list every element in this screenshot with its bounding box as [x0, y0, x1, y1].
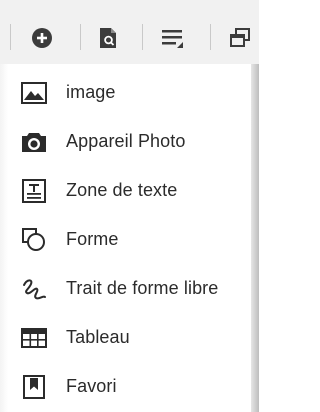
document-icon[interactable] [92, 22, 124, 54]
menu-shadow [251, 64, 259, 412]
add-circle-icon[interactable] [26, 22, 58, 54]
menu-item-label: Appareil Photo [66, 131, 186, 151]
menu-item-camera[interactable]: Appareil Photo [8, 117, 251, 166]
menu-item-table[interactable]: Tableau [8, 313, 251, 362]
toolbar-separator [142, 24, 143, 50]
camera-icon [20, 128, 48, 156]
toolbar-separator [80, 24, 81, 50]
menu-item-shape[interactable]: Forme [8, 215, 251, 264]
image-icon [20, 79, 48, 107]
menu-item-freehand[interactable]: Trait de forme libre [8, 264, 251, 313]
text-box-icon [20, 177, 48, 205]
toolbar-separator [210, 24, 211, 50]
paragraph-align-icon[interactable] [156, 22, 188, 54]
toolbar-separator [10, 24, 11, 50]
menu-item-label: Trait de forme libre [66, 278, 219, 298]
menu-item-text-box[interactable]: Zone de texte [8, 166, 251, 215]
menu-item-label: Forme [66, 229, 119, 249]
menu-item-label: Zone de texte [66, 180, 178, 200]
shapes-icon [20, 226, 48, 254]
toolbar [0, 0, 259, 64]
menu-item-label: Favori [66, 376, 117, 396]
table-icon [20, 324, 48, 352]
menu-item-image[interactable]: image [8, 68, 251, 117]
menu-item-bookmark[interactable]: Favori [8, 362, 251, 411]
bookmark-icon [20, 373, 48, 401]
freehand-icon [20, 275, 48, 303]
menu-item-label: Tableau [66, 327, 130, 347]
menu-shadow [0, 64, 8, 412]
insert-menu: image Appareil Photo Zone de texte Forme… [8, 64, 251, 412]
menu-item-label: image [66, 82, 116, 102]
window-copy-icon[interactable] [224, 22, 256, 54]
